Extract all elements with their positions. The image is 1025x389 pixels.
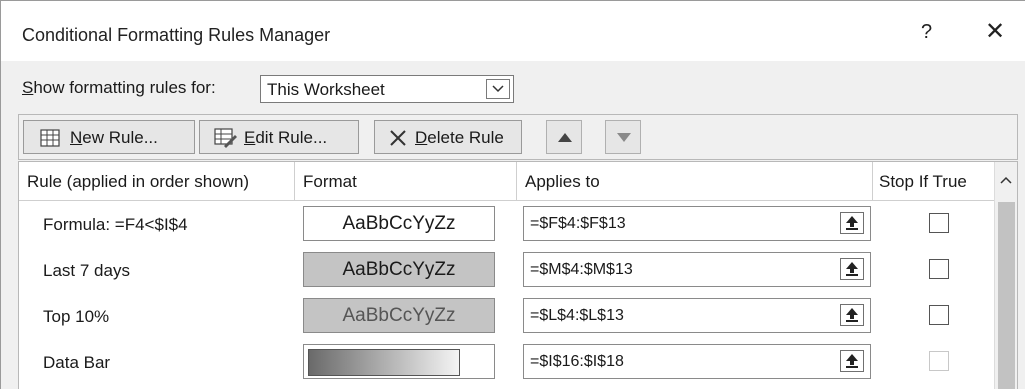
scroll-up-icon[interactable] [1000, 176, 1012, 184]
stop-if-true-checkbox[interactable] [929, 351, 949, 371]
applies-to-field[interactable]: =$M$4:$M$13 [523, 252, 871, 287]
applies-to-field[interactable]: =$F$4:$F$13 [523, 206, 871, 241]
collapse-dialog-icon[interactable] [840, 304, 864, 326]
triangle-up-icon [558, 133, 572, 142]
collapse-dialog-icon[interactable] [840, 258, 864, 280]
delete-x-icon [390, 130, 406, 146]
move-down-button[interactable] [605, 120, 641, 154]
col-header-rule[interactable]: Rule (applied in order shown) [19, 162, 295, 200]
conditional-formatting-dialog: Conditional Formatting Rules Manager ? ✕… [0, 0, 1025, 389]
edit-rule-button[interactable]: Edit Rule... [199, 120, 359, 154]
dialog-title: Conditional Formatting Rules Manager [22, 25, 331, 45]
show-rules-label: Show formatting rules for: [22, 78, 216, 97]
col-header-stop[interactable]: Stop If True [873, 162, 994, 200]
rule-row[interactable]: Last 7 days AaBbCcYyZz =$M$4:$M$13 [19, 247, 994, 293]
grid-header: Rule (applied in order shown) Format App… [19, 162, 1017, 201]
rule-name: Formula: =F4<$I$4 [43, 215, 188, 234]
triangle-down-icon [617, 133, 631, 142]
applies-to-field[interactable]: =$I$16:$I$18 [523, 344, 871, 379]
col-header-applies[interactable]: Applies to [517, 162, 873, 200]
rule-row[interactable]: Top 10% AaBbCcYyZz =$L$4:$L$13 [19, 293, 994, 339]
format-preview: AaBbCcYyZz [303, 298, 495, 333]
collapse-dialog-icon[interactable] [840, 212, 864, 234]
format-preview: AaBbCcYyZz [303, 206, 495, 241]
col-header-format[interactable]: Format [295, 162, 517, 200]
rule-name: Data Bar [43, 353, 111, 372]
close-button[interactable]: ✕ [985, 17, 1005, 46]
format-preview [303, 344, 495, 379]
vertical-scrollbar[interactable] [994, 162, 1017, 389]
format-preview: AaBbCcYyZz [303, 252, 495, 287]
rules-grid: Rule (applied in order shown) Format App… [18, 161, 1018, 389]
rule-row[interactable]: Formula: =F4<$I$4 AaBbCcYyZz =$F$4:$F$13 [19, 201, 994, 247]
stop-if-true-checkbox[interactable] [929, 305, 949, 325]
new-rule-button[interactable]: New Rule... [23, 120, 195, 154]
rule-name: Last 7 days [43, 261, 130, 280]
chevron-down-icon[interactable] [486, 79, 510, 99]
new-rule-icon [40, 129, 60, 147]
collapse-dialog-icon[interactable] [840, 350, 864, 372]
stop-if-true-checkbox[interactable] [929, 259, 949, 279]
show-rules-value: This Worksheet [267, 80, 385, 99]
rule-row[interactable]: Data Bar =$I$16:$I$18 [19, 339, 994, 385]
title-bar: Conditional Formatting Rules Manager ? ✕ [1, 1, 1025, 61]
stop-if-true-checkbox[interactable] [929, 213, 949, 233]
data-bar-preview [308, 349, 460, 376]
delete-rule-button[interactable]: Delete Rule [374, 120, 522, 154]
rule-name: Top 10% [43, 307, 110, 326]
move-up-button[interactable] [546, 120, 582, 154]
edit-rule-icon [214, 128, 237, 148]
toolbar: New Rule... Edit Rule... Delete Rule [18, 114, 1018, 160]
scrollbar-thumb[interactable] [998, 202, 1015, 389]
help-button[interactable]: ? [921, 21, 932, 44]
show-rules-select[interactable]: This Worksheet [260, 75, 514, 103]
applies-to-field[interactable]: =$L$4:$L$13 [523, 298, 871, 333]
